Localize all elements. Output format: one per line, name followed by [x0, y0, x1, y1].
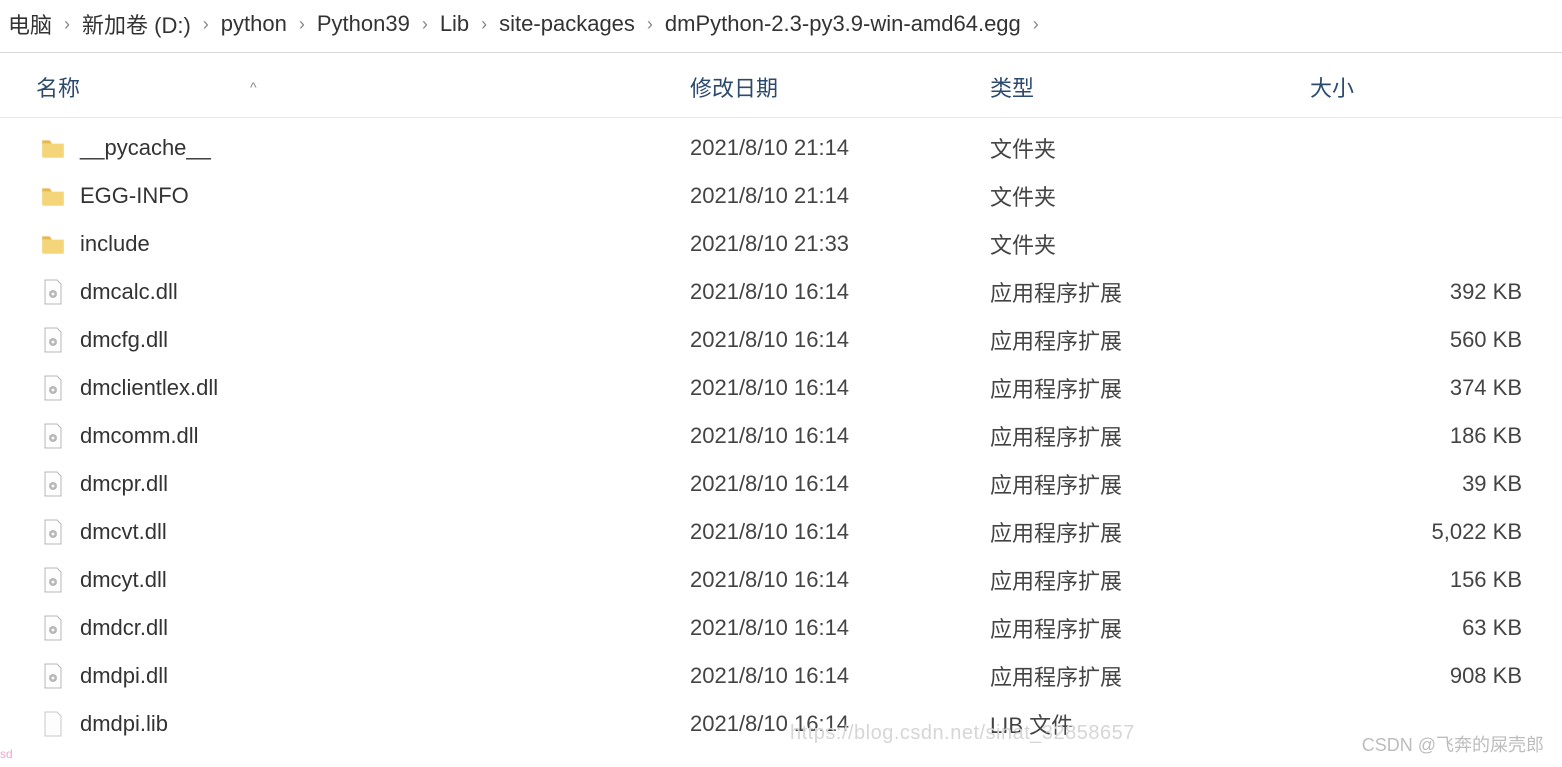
chevron-right-icon: › — [299, 14, 305, 35]
file-name: include — [80, 231, 150, 257]
folder-icon — [40, 229, 66, 259]
file-date: 2021/8/10 16:14 — [682, 327, 982, 353]
file-size: 392 KB — [1302, 279, 1562, 305]
explorer-window: 电脑 › 新加卷 (D:) › python › Python39 › Lib … — [0, 0, 1562, 767]
file-type: 应用程序扩展 — [982, 420, 1302, 452]
crumb-6[interactable]: dmPython-2.3-py3.9-win-amd64.egg — [661, 9, 1025, 39]
file-size: 186 KB — [1302, 423, 1562, 449]
crumb-5[interactable]: site-packages — [495, 9, 639, 39]
file-row[interactable]: __pycache__ 2021/8/10 21:14文件夹 — [0, 124, 1562, 172]
file-date: 2021/8/10 16:14 — [682, 567, 982, 593]
file-date: 2021/8/10 16:14 — [682, 471, 982, 497]
file-name: __pycache__ — [80, 135, 211, 161]
file-row[interactable]: dmdpi.dll 2021/8/10 16:14应用程序扩展908 KB — [0, 652, 1562, 700]
file-type: 应用程序扩展 — [982, 612, 1302, 644]
file-size: 63 KB — [1302, 615, 1562, 641]
crumb-3[interactable]: Python39 — [313, 9, 414, 39]
dll-file-icon — [40, 565, 66, 595]
file-date: 2021/8/10 16:14 — [682, 375, 982, 401]
file-size: 374 KB — [1302, 375, 1562, 401]
file-date: 2021/8/10 16:14 — [682, 423, 982, 449]
dll-file-icon — [40, 613, 66, 643]
file-size: 39 KB — [1302, 471, 1562, 497]
dll-file-icon — [40, 517, 66, 547]
file-date: 2021/8/10 16:14 — [682, 519, 982, 545]
column-headers: 名称 ^ 修改日期 类型 大小 — [0, 53, 1562, 118]
file-name: dmdpi.lib — [80, 711, 168, 737]
file-row[interactable]: dmcfg.dll 2021/8/10 16:14应用程序扩展560 KB — [0, 316, 1562, 364]
file-type: 文件夹 — [982, 132, 1302, 164]
crumb-1[interactable]: 新加卷 (D:) — [78, 6, 195, 42]
file-size: 560 KB — [1302, 327, 1562, 353]
dll-file-icon — [40, 277, 66, 307]
dll-file-icon — [40, 661, 66, 691]
crumb-0[interactable]: 电脑 — [4, 6, 56, 42]
file-date: 2021/8/10 16:14 — [682, 711, 982, 737]
file-date: 2021/8/10 21:14 — [682, 135, 982, 161]
file-name: dmdcr.dll — [80, 615, 168, 641]
file-type: 应用程序扩展 — [982, 276, 1302, 308]
file-name: dmdpi.dll — [80, 663, 168, 689]
file-type: 应用程序扩展 — [982, 564, 1302, 596]
file-name: dmcfg.dll — [80, 327, 168, 353]
watermark-sd: sd — [0, 747, 13, 761]
dll-file-icon — [40, 373, 66, 403]
file-type: LIB 文件 — [982, 708, 1302, 740]
file-date: 2021/8/10 16:14 — [682, 615, 982, 641]
file-row[interactable]: dmdcr.dll 2021/8/10 16:14应用程序扩展63 KB — [0, 604, 1562, 652]
file-type: 文件夹 — [982, 180, 1302, 212]
file-type: 应用程序扩展 — [982, 516, 1302, 548]
file-list: __pycache__2021/8/10 21:14文件夹EGG-INFO202… — [0, 118, 1562, 748]
file-name: dmcyt.dll — [80, 567, 167, 593]
file-name: dmcalc.dll — [80, 279, 178, 305]
chevron-right-icon: › — [422, 14, 428, 35]
column-header-type[interactable]: 类型 — [990, 76, 1034, 101]
file-row[interactable]: dmcomm.dll 2021/8/10 16:14应用程序扩展186 KB — [0, 412, 1562, 460]
breadcrumb[interactable]: 电脑 › 新加卷 (D:) › python › Python39 › Lib … — [0, 0, 1562, 53]
file-row[interactable]: dmcpr.dll 2021/8/10 16:14应用程序扩展39 KB — [0, 460, 1562, 508]
chevron-right-icon: › — [481, 14, 487, 35]
file-name: EGG-INFO — [80, 183, 189, 209]
file-date: 2021/8/10 16:14 — [682, 279, 982, 305]
crumb-4[interactable]: Lib — [436, 9, 473, 39]
file-row[interactable]: dmclientlex.dll 2021/8/10 16:14应用程序扩展374 … — [0, 364, 1562, 412]
crumb-2[interactable]: python — [217, 9, 291, 39]
folder-icon — [40, 133, 66, 163]
file-size: 908 KB — [1302, 663, 1562, 689]
file-date: 2021/8/10 16:14 — [682, 663, 982, 689]
file-size: 5,022 KB — [1302, 519, 1562, 545]
dll-file-icon — [40, 421, 66, 451]
file-name: dmcomm.dll — [80, 423, 199, 449]
chevron-right-icon: › — [1033, 14, 1039, 35]
column-header-name[interactable]: 名称 — [36, 71, 80, 103]
dll-file-icon — [40, 325, 66, 355]
file-row[interactable]: include 2021/8/10 21:33文件夹 — [0, 220, 1562, 268]
file-name: dmclientlex.dll — [80, 375, 218, 401]
file-type: 应用程序扩展 — [982, 468, 1302, 500]
chevron-right-icon: › — [203, 14, 209, 35]
generic-file-icon — [40, 709, 66, 739]
column-header-size[interactable]: 大小 — [1310, 76, 1354, 101]
file-row[interactable]: dmcyt.dll 2021/8/10 16:14应用程序扩展156 KB — [0, 556, 1562, 604]
sort-ascending-icon[interactable]: ^ — [250, 79, 257, 95]
file-name: dmcpr.dll — [80, 471, 168, 497]
chevron-right-icon: › — [64, 14, 70, 35]
file-size: 156 KB — [1302, 567, 1562, 593]
file-name: dmcvt.dll — [80, 519, 167, 545]
file-row[interactable]: dmdpi.lib 2021/8/10 16:14LIB 文件 — [0, 700, 1562, 748]
file-row[interactable]: EGG-INFO 2021/8/10 21:14文件夹 — [0, 172, 1562, 220]
chevron-right-icon: › — [647, 14, 653, 35]
file-type: 文件夹 — [982, 228, 1302, 260]
file-date: 2021/8/10 21:14 — [682, 183, 982, 209]
dll-file-icon — [40, 469, 66, 499]
folder-icon — [40, 181, 66, 211]
file-type: 应用程序扩展 — [982, 324, 1302, 356]
file-type: 应用程序扩展 — [982, 372, 1302, 404]
file-row[interactable]: dmcvt.dll 2021/8/10 16:14应用程序扩展5,022 KB — [0, 508, 1562, 556]
column-header-date[interactable]: 修改日期 — [690, 76, 778, 101]
file-type: 应用程序扩展 — [982, 660, 1302, 692]
file-row[interactable]: dmcalc.dll 2021/8/10 16:14应用程序扩展392 KB — [0, 268, 1562, 316]
file-date: 2021/8/10 21:33 — [682, 231, 982, 257]
